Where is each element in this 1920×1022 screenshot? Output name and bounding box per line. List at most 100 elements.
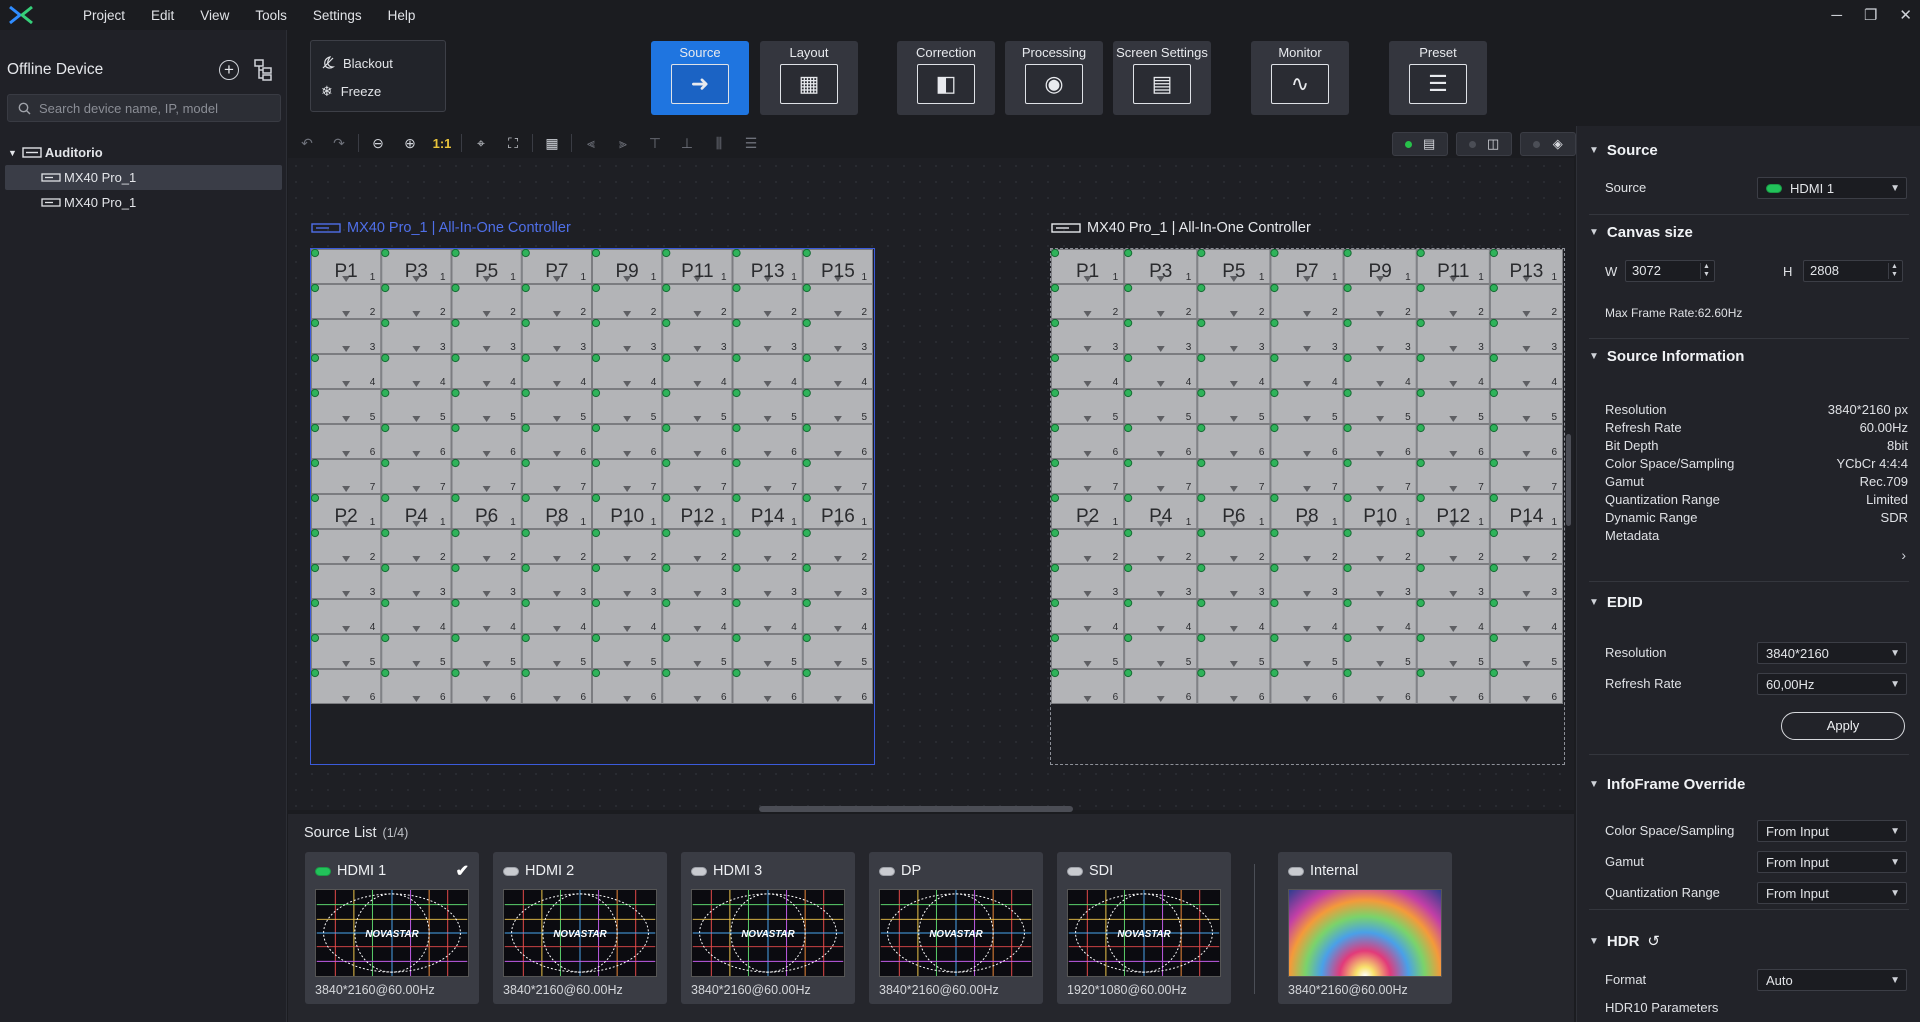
- cabinet[interactable]: 7: [662, 458, 733, 494]
- cabinet[interactable]: 3: [802, 318, 873, 354]
- cabinet[interactable]: 6: [591, 668, 663, 704]
- cabinet[interactable]: 2: [662, 528, 733, 564]
- cabinet[interactable]: 6: [802, 423, 873, 459]
- cabinet[interactable]: 5: [311, 388, 382, 424]
- menu-project[interactable]: Project: [70, 8, 138, 23]
- cabinet[interactable]: 5: [1197, 633, 1271, 669]
- menu-settings[interactable]: Settings: [300, 8, 375, 23]
- cabinet[interactable]: 6: [1489, 423, 1563, 459]
- fit-screen-icon[interactable]: ⌖: [468, 132, 494, 154]
- cabinet[interactable]: 2: [451, 283, 522, 319]
- cabinet[interactable]: 6: [521, 423, 592, 459]
- cabinet[interactable]: 2: [591, 283, 663, 319]
- cabinet[interactable]: 2: [1124, 283, 1198, 319]
- cabinet[interactable]: 4: [1270, 353, 1344, 389]
- cabinet[interactable]: 3: [521, 318, 592, 354]
- cabinet[interactable]: 2: [1416, 528, 1490, 564]
- cabinet[interactable]: 3: [1197, 318, 1271, 354]
- cabinet[interactable]: 3: [381, 318, 452, 354]
- cabinet[interactable]: 5: [1270, 633, 1344, 669]
- search-input[interactable]: [39, 100, 269, 116]
- device-search[interactable]: [7, 94, 281, 122]
- cabinet[interactable]: 6: [1051, 668, 1125, 704]
- cabinet[interactable]: 6: [311, 423, 382, 459]
- chevron-right-icon[interactable]: ›: [1901, 547, 1906, 563]
- source-card-hdmi-1[interactable]: HDMI 1 ✔ NOVASTAR 3840*2160@60.00Hz: [305, 852, 479, 1004]
- cabinet[interactable]: 3: [1416, 563, 1490, 599]
- cabinet[interactable]: 2: [381, 283, 452, 319]
- view-toggle-canvas[interactable]: ▤: [1392, 132, 1448, 156]
- cabinet[interactable]: 2: [381, 528, 452, 564]
- cabinet[interactable]: 2: [662, 283, 733, 319]
- section-infoframe[interactable]: ▼ InfoFrame Override: [1589, 776, 1745, 793]
- cabinet[interactable]: 3: [662, 318, 733, 354]
- cabinet[interactable]: 3: [1270, 318, 1344, 354]
- cabinet[interactable]: 3: [1343, 318, 1417, 354]
- cabinet[interactable]: 2: [1051, 528, 1125, 564]
- cabinet[interactable]: 6: [451, 423, 522, 459]
- cabinet[interactable]: 4: [311, 598, 382, 634]
- source-card-sdi[interactable]: SDI NOVASTAR 1920*1080@60.00Hz: [1057, 852, 1231, 1004]
- cabinet[interactable]: 4: [1124, 353, 1198, 389]
- blackout-button[interactable]: Blackout: [311, 49, 445, 77]
- cabinet[interactable]: 6: [1124, 668, 1198, 704]
- cabinet[interactable]: 5: [1051, 633, 1125, 669]
- cabinet[interactable]: 5: [662, 388, 733, 424]
- cabinet[interactable]: 2: [1197, 528, 1271, 564]
- section-source-info[interactable]: ▼ Source Information: [1589, 348, 1744, 365]
- section-edid[interactable]: ▼ EDID: [1589, 594, 1643, 611]
- module-correction-button[interactable]: Correction ◧: [897, 41, 995, 115]
- cabinet[interactable]: 2: [451, 528, 522, 564]
- cabinet[interactable]: 7: [381, 458, 452, 494]
- cabinet[interactable]: 6: [1197, 423, 1271, 459]
- cabinet[interactable]: 5: [311, 633, 382, 669]
- cabinet[interactable]: 2: [802, 528, 873, 564]
- cabinet[interactable]: 6: [521, 668, 592, 704]
- cabinet[interactable]: 4: [732, 598, 803, 634]
- cabinet[interactable]: 5: [802, 633, 873, 669]
- grid-icon[interactable]: ▦: [539, 132, 565, 154]
- zoom-out-icon[interactable]: ⊖: [365, 132, 391, 154]
- cabinet[interactable]: 3: [311, 318, 382, 354]
- redo-icon[interactable]: ↷: [326, 132, 352, 154]
- cabinet[interactable]: 4: [1489, 598, 1563, 634]
- edid-resolution-select[interactable]: 3840*2160 ▼: [1757, 642, 1907, 664]
- view-toggle-window[interactable]: ◫: [1456, 132, 1512, 156]
- cabinet[interactable]: 6: [381, 668, 452, 704]
- cabinet[interactable]: 7: [1270, 458, 1344, 494]
- cabinet[interactable]: 6: [1051, 423, 1125, 459]
- cabinet[interactable]: 3: [1489, 563, 1563, 599]
- cabinet[interactable]: 2: [1416, 283, 1490, 319]
- topology-icon[interactable]: [253, 58, 273, 82]
- cabinet[interactable]: 3: [591, 318, 663, 354]
- tree-node-device[interactable]: MX40 Pro_1: [5, 165, 282, 190]
- cabinet[interactable]: 5: [451, 633, 522, 669]
- cabinet-grid[interactable]: 1 1 1 1 1 1 1 1 2 2 2 2 2 2 2 2 3 3 3 3 3 3 3 3 4 4 4 4 4 4 4 4 5 5 5 5 5 5 5 5…: [311, 249, 873, 704]
- cabinet[interactable]: 2: [1197, 283, 1271, 319]
- cabinet[interactable]: 6: [662, 668, 733, 704]
- cabinet[interactable]: 6: [802, 668, 873, 704]
- cabinet[interactable]: 6: [1489, 668, 1563, 704]
- stepper-icon[interactable]: ▲ ▼: [1888, 263, 1900, 279]
- cabinet[interactable]: 2: [732, 528, 803, 564]
- edid-rate-select[interactable]: 60,00Hz ▼: [1757, 673, 1907, 695]
- cabinet[interactable]: 7: [591, 458, 663, 494]
- cabinet[interactable]: 6: [381, 423, 452, 459]
- canvas-width-input[interactable]: 3072 ▲ ▼: [1625, 260, 1715, 282]
- menu-help[interactable]: Help: [375, 8, 429, 23]
- cabinet[interactable]: 4: [1124, 598, 1198, 634]
- cabinet[interactable]: 3: [732, 318, 803, 354]
- infoframe-select[interactable]: From Input ▼: [1757, 820, 1907, 842]
- infoframe-select[interactable]: From Input ▼: [1757, 851, 1907, 873]
- cabinet[interactable]: 3: [1270, 563, 1344, 599]
- cabinet[interactable]: 5: [381, 388, 452, 424]
- cabinet[interactable]: 2: [1124, 528, 1198, 564]
- cabinet[interactable]: 7: [802, 458, 873, 494]
- cabinet[interactable]: 5: [521, 633, 592, 669]
- menu-view[interactable]: View: [187, 8, 242, 23]
- cabinet[interactable]: 5: [521, 388, 592, 424]
- cabinet[interactable]: 4: [521, 598, 592, 634]
- undo-icon[interactable]: ↶: [294, 132, 320, 154]
- cabinet[interactable]: 5: [1343, 633, 1417, 669]
- cabinet[interactable]: 4: [521, 353, 592, 389]
